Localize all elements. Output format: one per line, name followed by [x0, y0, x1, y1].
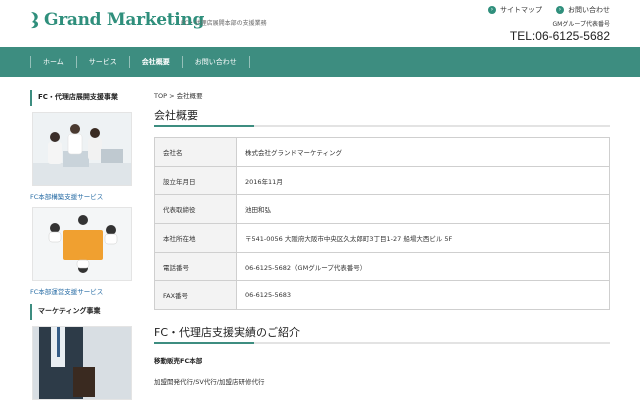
title-divider-accent [154, 125, 254, 127]
contact-link[interactable]: › お問い合わせ [556, 5, 610, 15]
sidebar-link-fc-operate[interactable]: FC本部運営支援サービス [30, 286, 134, 296]
top-links: › サイトマップ › お問い合わせ [488, 5, 610, 15]
businessman-illustration [33, 327, 131, 399]
case-description: 加盟開発代行/SV代行/加盟店研修代行 [154, 378, 265, 387]
breadcrumb-separator: > [169, 92, 175, 100]
page-title-text: 会社概要 [154, 109, 198, 122]
case-heading: 移動販売FC本部 [154, 357, 203, 366]
logo-leaf-icon [31, 12, 39, 29]
global-nav: ホーム サービス 会社概要 お問い合わせ [0, 47, 640, 77]
table-label: 本社所在地 [154, 223, 237, 253]
table-row: FAX番号 06-6125-5683 [154, 280, 610, 311]
breadcrumb-current: 会社概要 [176, 92, 203, 100]
table-label: FAX番号 [154, 280, 237, 311]
gm-group-note: GMグループ代表番号 [552, 21, 610, 28]
table-row: 本社所在地 〒541-0056 大阪府大阪市中央区久太郎町3丁目1-27 船場大… [154, 223, 610, 253]
section-divider-accent [154, 342, 254, 345]
table-row: 設立年月日 2016年11月 [154, 165, 610, 196]
team-table-image[interactable] [32, 207, 132, 281]
sidebar: FC・代理店展開支援事業 FC本部構築支援サービス FC本部運営支援サービス マ… [30, 90, 134, 400]
breadcrumb-top-link[interactable]: TOP [154, 92, 167, 100]
office-people-illustration [33, 113, 131, 185]
sidebar-link-fc-build[interactable]: FC本部構築支援サービス [30, 191, 134, 201]
table-label: 電話番号 [154, 251, 237, 282]
sidebar-heading-marketing: マーケティング事業 [30, 304, 134, 320]
table-row: 代表取締役 池田和弘 [154, 194, 610, 225]
nav-item-home[interactable]: ホーム [30, 56, 76, 68]
nav-item-services[interactable]: サービス [75, 56, 129, 68]
nav-item-contact[interactable]: お問い合わせ [181, 56, 250, 68]
section-title-text: FC・代理店支援実績のご紹介 [154, 326, 301, 340]
table-value: 池田和弘 [236, 194, 610, 225]
table-label: 会社名 [154, 137, 237, 167]
site-logo[interactable]: Grand Marketing [28, 10, 204, 30]
contact-link-label: お問い合わせ [568, 6, 610, 14]
table-row: 会社名 株式会社グランドマーケティング [154, 137, 610, 167]
table-label: 設立年月日 [154, 165, 237, 196]
main-content: TOP > 会社概要 会社概要 会社名 株式会社グランドマーケティング 設立年月… [154, 90, 610, 386]
page-title: 会社概要 [154, 107, 610, 127]
site-header: Grand Marketing FC・代理店展開本部の支援業務 › サイトマップ… [0, 0, 640, 47]
table-label: 代表取締役 [154, 194, 237, 225]
table-value: 〒541-0056 大阪府大阪市中央区久太郎町3丁目1-27 船場大西ビル 5F [236, 223, 610, 253]
breadcrumb: TOP > 会社概要 [154, 90, 610, 100]
arrow-right-icon: › [488, 6, 496, 14]
business-meeting-image[interactable] [32, 112, 132, 186]
section-title: FC・代理店支援実績のご紹介 [154, 324, 610, 345]
sitemap-link[interactable]: › サイトマップ [488, 5, 542, 15]
table-row: 電話番号 06-6125-5682（GMグループ代表番号） [154, 251, 610, 282]
sidebar-heading-fc: FC・代理店展開支援事業 [30, 90, 134, 106]
site-tagline: FC・代理店展開本部の支援業務 [181, 20, 267, 27]
arrow-right-icon: › [556, 6, 564, 14]
company-info-table: 会社名 株式会社グランドマーケティング 設立年月日 2016年11月 代表取締役… [154, 137, 610, 311]
marketing-image[interactable] [32, 326, 132, 400]
table-value: 06-6125-5683 [236, 280, 610, 311]
sitemap-link-label: サイトマップ [500, 6, 542, 14]
table-value: 06-6125-5682（GMグループ代表番号） [236, 251, 610, 282]
table-value: 2016年11月 [236, 165, 610, 196]
phone-number[interactable]: TEL:06-6125-5682 [510, 29, 610, 43]
nav-item-company[interactable]: 会社概要 [128, 56, 182, 68]
table-value: 株式会社グランドマーケティング [236, 137, 610, 167]
team-top-view-illustration [33, 208, 131, 280]
